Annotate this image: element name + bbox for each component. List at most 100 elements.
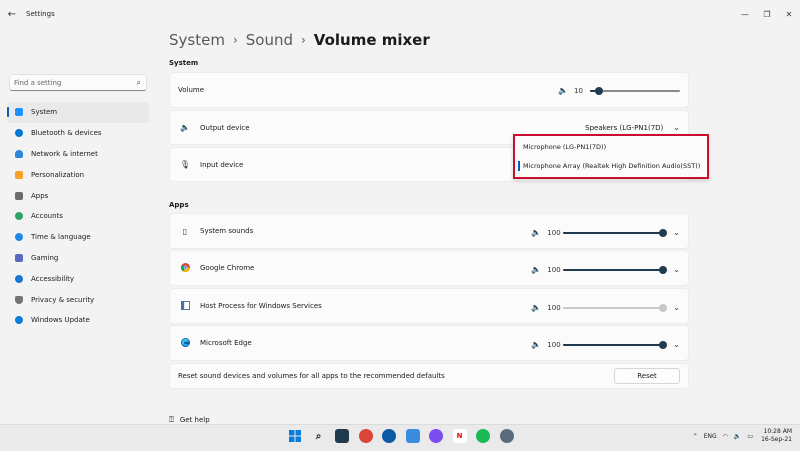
speaker-icon[interactable]: 🔈: [531, 228, 541, 237]
chrome-logo: [180, 262, 190, 272]
system-icon: [15, 108, 23, 117]
app-volume-group: 🔈 100 ⌄: [531, 228, 680, 237]
app-volume-slider-thumb[interactable]: [659, 303, 668, 312]
zalo-icon[interactable]: [405, 429, 420, 443]
app-volume-slider-thumb[interactable]: [659, 340, 668, 349]
app-volume-slider-fill: [563, 231, 664, 234]
sidebar-item-accounts[interactable]: Accounts: [7, 206, 149, 227]
chevron-down-icon[interactable]: ⌄: [673, 265, 680, 274]
language-indicator[interactable]: ENG: [704, 433, 717, 440]
app-row-system-sounds: ▯ System sounds 🔈 100 ⌄: [169, 213, 689, 249]
edge-icon[interactable]: [382, 429, 396, 443]
app-name: Microsoft Edge: [200, 339, 252, 347]
sidebar-item-bluetooth[interactable]: Bluetooth & devices: [7, 123, 149, 144]
sidebar-item-personalization[interactable]: Personalization: [7, 164, 149, 185]
apps-icon: [15, 191, 23, 200]
wifi-icon[interactable]: ◠: [723, 433, 728, 440]
volume-card: Volume 🔈 10: [169, 72, 689, 108]
close-icon[interactable]: ✕: [778, 10, 800, 19]
output-device-select[interactable]: Speakers (LG-PN1(7D) ⌄: [585, 123, 680, 132]
sidebar-item-label: Accessibility: [31, 274, 75, 283]
search-icon[interactable]: ⌕: [312, 429, 326, 443]
search-box[interactable]: ⌕: [9, 74, 147, 91]
update-icon: [15, 316, 23, 325]
battery-icon[interactable]: ▭: [747, 433, 753, 440]
app-name: System sounds: [200, 227, 254, 235]
minimize-icon[interactable]: —: [734, 10, 756, 19]
window-controls: — ❐ ✕: [734, 0, 800, 28]
host-process-logo: [180, 300, 190, 310]
sidebar-item-label: Personalization: [31, 170, 85, 179]
breadcrumb-sound[interactable]: Sound: [246, 31, 293, 49]
speaker-icon[interactable]: 🔈: [734, 433, 741, 440]
speaker-icon[interactable]: 🔈: [531, 265, 541, 274]
app-volume-slider[interactable]: [563, 265, 668, 274]
volume-slider-thumb[interactable]: [595, 86, 603, 95]
chevron-down-icon[interactable]: ⌄: [673, 340, 680, 349]
page-title: Volume mixer: [313, 31, 430, 49]
sidebar-item-label: Windows Update: [31, 316, 90, 325]
sidebar-item-network[interactable]: Network & internet: [7, 144, 149, 165]
search-icon[interactable]: ⌕: [137, 78, 141, 88]
app-volume-slider[interactable]: [563, 340, 668, 349]
clock-date: 16-Sep-21: [761, 436, 792, 443]
chrome-icon[interactable]: [358, 429, 373, 443]
sidebar-item-time-language[interactable]: Time & language: [7, 227, 149, 248]
sidebar-item-system[interactable]: System: [7, 102, 149, 123]
back-arrow-icon[interactable]: ←: [0, 9, 24, 20]
start-icon[interactable]: [288, 429, 302, 443]
chevron-right-icon: ›: [300, 33, 306, 47]
app-volume-value: 100: [547, 265, 561, 274]
input-device-label: Input device: [200, 160, 244, 169]
edge-icon: [178, 337, 192, 349]
dropdown-item-lg-microphone[interactable]: Microphone (LG-PN1(7D)): [515, 138, 707, 156]
app-name: Google Chrome: [200, 264, 255, 272]
chevron-down-icon[interactable]: ⌄: [673, 228, 680, 237]
sidebar-item-label: Gaming: [31, 253, 59, 262]
chevron-up-icon[interactable]: ⌃: [693, 433, 698, 440]
maximize-icon[interactable]: ❐: [756, 10, 778, 19]
clock[interactable]: 10:28 AM 16-Sep-21: [761, 428, 792, 444]
sidebar-item-gaming[interactable]: Gaming: [7, 248, 149, 269]
output-device-value: Speakers (LG-PN1(7D): [585, 123, 664, 132]
app-volume-group: 🔈 100 ⌄: [531, 340, 680, 349]
title-bar: ← Settings — ❐ ✕: [0, 0, 800, 28]
speaker-icon[interactable]: 🔈: [531, 340, 541, 349]
dropdown-item-realtek-microphone[interactable]: Microphone Array (Realtek High Definitio…: [515, 157, 707, 175]
windows-logo: [289, 430, 301, 442]
breadcrumb-system[interactable]: System: [169, 31, 225, 49]
speaker-icon[interactable]: 🔈: [558, 86, 568, 95]
spotify-icon[interactable]: [476, 429, 490, 443]
volume-label: Volume: [178, 86, 205, 94]
messenger-icon[interactable]: [429, 429, 443, 443]
app-volume-slider-thumb[interactable]: [659, 228, 668, 237]
app-volume-slider[interactable]: [563, 303, 668, 312]
reset-button[interactable]: Reset: [614, 368, 680, 384]
speaker-icon[interactable]: 🔈: [531, 303, 541, 312]
task-view-icon[interactable]: [335, 429, 349, 443]
system-tray: ⌃ ENG ◠ 🔈 ▭ 10:28 AM 16-Sep-21: [687, 428, 792, 444]
volume-slider-group: 🔈 10: [558, 86, 680, 95]
app-volume-slider[interactable]: [563, 228, 668, 237]
apps-section-heading: Apps: [169, 201, 189, 209]
app-volume-value: 100: [547, 303, 561, 312]
app-volume-slider-fill: [563, 306, 664, 309]
sidebar-item-accessibility[interactable]: Accessibility: [7, 268, 149, 289]
volume-slider[interactable]: [590, 86, 680, 95]
settings-gear-icon[interactable]: [499, 429, 514, 443]
app-volume-slider-thumb[interactable]: [659, 265, 668, 274]
brush-icon: [15, 170, 23, 179]
sidebar-item-privacy[interactable]: Privacy & security: [7, 289, 149, 310]
sidebar-item-label: Network & internet: [31, 149, 98, 158]
sidebar-item-label: System: [31, 108, 58, 117]
reset-description: Reset sound devices and volumes for all …: [178, 372, 445, 380]
wifi-icon: [15, 149, 23, 158]
sidebar-item-apps[interactable]: Apps: [7, 185, 149, 206]
search-input[interactable]: [10, 77, 126, 88]
app-row-microsoft-edge: Microsoft Edge 🔈 100 ⌄: [169, 325, 689, 361]
chevron-down-icon[interactable]: ⌄: [673, 303, 680, 312]
app-row-google-chrome: Google Chrome 🔈 100 ⌄: [169, 250, 689, 286]
netflix-icon[interactable]: N: [452, 429, 467, 443]
sidebar-item-windows-update[interactable]: Windows Update: [7, 310, 149, 331]
sidebar-nav: System Bluetooth & devices Network & int…: [7, 102, 149, 331]
